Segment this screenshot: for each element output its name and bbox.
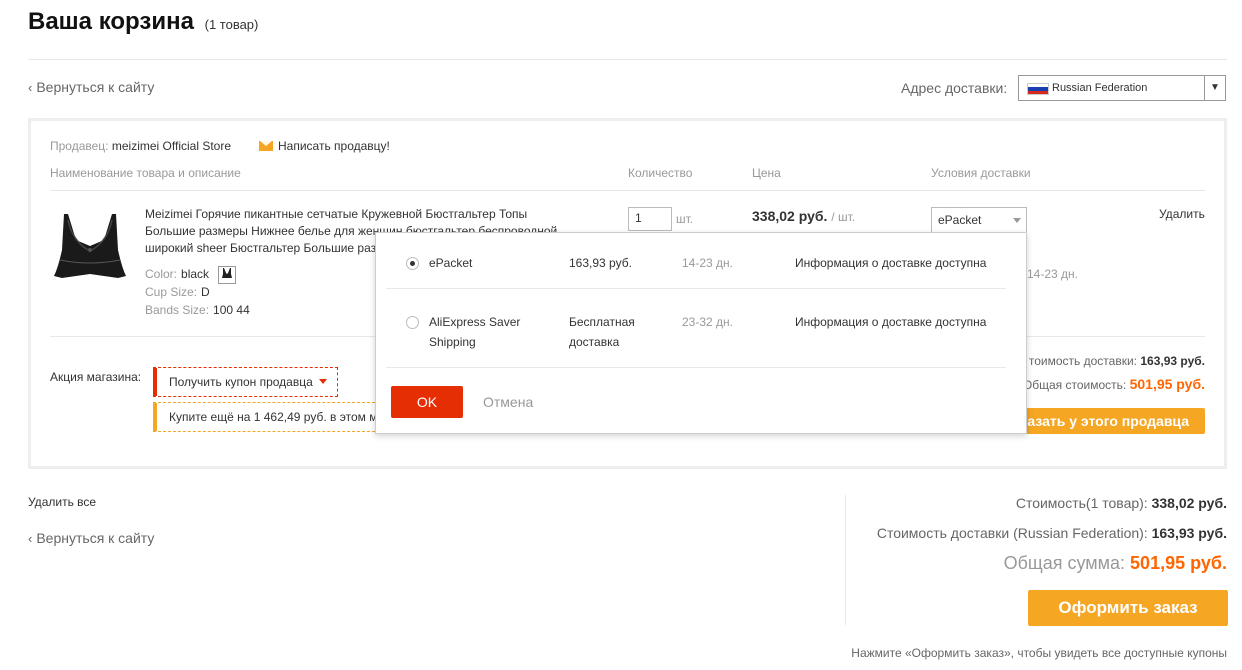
shipping-total-line: Стоимость доставки (Russian Federation):… (877, 525, 1227, 541)
back-to-site-label: Вернуться к сайту (36, 79, 155, 95)
qty-unit: шт. (676, 212, 694, 226)
order-from-seller-button[interactable]: азать у этого продавца (1016, 408, 1205, 434)
unit-price-value: 338,02 руб. (752, 208, 828, 224)
radio-selected-icon[interactable] (406, 257, 419, 270)
seller-label: Продавец: (50, 139, 109, 153)
chevron-down-icon[interactable]: ▼ (1204, 76, 1225, 100)
option-name: ePacket (429, 256, 473, 270)
seller-info: Продавец: meizimei Official Store (50, 139, 231, 153)
unit-price: 338,02 руб. / шт. (752, 208, 855, 224)
shipping-options-popup: ePacket 163,93 руб. 14-23 дн. Информация… (375, 232, 1027, 434)
store-total-value: 501,95 руб. (1129, 376, 1205, 392)
delivery-days: 14-23 дн. (1027, 267, 1078, 281)
store-total-label: Общая стоимость: (1022, 378, 1127, 392)
address-label: Адрес доставки: (901, 80, 1008, 96)
cancel-button[interactable]: Отмена (483, 394, 533, 410)
color-swatch-icon (218, 266, 237, 284)
shipping-total-value: 163,93 руб. (1151, 525, 1227, 541)
attr-band-size: Bands Size: 100 44 (145, 303, 250, 317)
attr-cup-size: Cup Size: D (145, 285, 210, 299)
subtotal-label: Стоимость(1 товар): (1015, 495, 1148, 511)
col-header-name: Наименование товара и описание (50, 166, 241, 180)
unit-price-per: / шт. (831, 210, 856, 224)
store-shipping-value: 163,93 руб. (1140, 354, 1205, 368)
back-to-site-link-bottom[interactable]: ‹ Вернуться к сайту (28, 530, 154, 546)
option-days: 14-23 дн. (682, 256, 733, 270)
grand-total-label: Общая сумма: (1003, 553, 1126, 573)
checkout-button[interactable]: Оформить заказ (1028, 590, 1228, 626)
buy-more-notice: Купите ещё на 1 462,49 руб. в этом м (153, 402, 375, 432)
page-title-text: Ваша корзина (28, 8, 194, 35)
store-promo-label: Акция магазина: (50, 370, 142, 384)
subtotal-line: Стоимость(1 товар): 338,02 руб. (1016, 495, 1227, 511)
get-seller-coupon-button[interactable]: Получить купон продавца (153, 367, 338, 397)
contact-seller-link[interactable]: Написать продавцу! (259, 139, 390, 153)
back-to-site-link-top[interactable]: ‹ Вернуться к сайту (28, 79, 154, 95)
coupon-note: Нажмите «Оформить заказ», чтобы увидеть … (851, 646, 1227, 660)
radio-unselected-icon[interactable] (406, 316, 419, 329)
quantity-input[interactable]: 1 (628, 207, 672, 231)
seller-name[interactable]: meizimei Official Store (112, 139, 231, 153)
russia-flag-icon (1027, 83, 1049, 95)
attr-cup-label: Cup Size: (145, 285, 198, 299)
envelope-icon (259, 141, 273, 151)
option-cost: Бесплатная доставка (569, 315, 635, 349)
attr-cup-value: D (201, 285, 210, 299)
col-header-shipping: Условия доставки (931, 166, 1031, 180)
shipping-total-label: Стоимость доставки (Russian Federation): (876, 525, 1148, 541)
option-info: Информация о доставке доступна (795, 315, 987, 329)
attr-band-value: 100 44 (213, 303, 250, 317)
store-shipping-cost: тоимость доставки: 163,93 руб. (1029, 354, 1205, 368)
chevron-left-icon: ‹ (28, 80, 33, 95)
shipping-method-select[interactable]: ePacket (931, 207, 1027, 233)
divider (386, 367, 1006, 368)
product-image[interactable] (52, 210, 128, 282)
col-header-price: Цена (752, 166, 781, 180)
page-title: Ваша корзина (1 товар) (28, 8, 258, 36)
divider (28, 59, 1227, 60)
option-cost: 163,93 руб. (569, 256, 632, 270)
contact-seller-label: Написать продавцу! (278, 139, 390, 153)
divider (50, 190, 1205, 191)
grand-total-line: Общая сумма: 501,95 руб. (1004, 553, 1227, 574)
delete-all-link[interactable]: Удалить все (28, 495, 96, 509)
delete-item-link[interactable]: Удалить (1159, 207, 1205, 221)
option-days: 23-32 дн. (682, 315, 733, 329)
coupon-label: Получить купон продавца (169, 375, 313, 389)
caret-down-icon (318, 379, 327, 384)
shipping-method-value: ePacket (938, 213, 982, 227)
ok-button[interactable]: OK (391, 386, 463, 418)
cart-item-count: (1 товар) (204, 17, 259, 32)
chevron-left-icon: ‹ (28, 531, 33, 546)
attr-color: Color: black (145, 266, 237, 284)
col-header-qty: Количество (628, 166, 693, 180)
chevron-down-icon (1013, 218, 1021, 223)
attr-color-label: Color: (145, 267, 178, 282)
subtotal-value: 338,02 руб. (1151, 495, 1227, 511)
country-value: Russian Federation (1052, 82, 1148, 94)
option-name: AliExpress Saver Shipping (429, 315, 521, 349)
back-to-site-label: Вернуться к сайту (36, 530, 155, 546)
divider (845, 495, 846, 625)
store-shipping-label: тоимость доставки: (1028, 354, 1138, 368)
country-select[interactable]: Russian Federation ▼ (1018, 75, 1226, 101)
store-total-cost: Общая стоимость: 501,95 руб. (1023, 376, 1205, 392)
divider (386, 288, 1006, 289)
grand-total-value: 501,95 руб. (1130, 553, 1227, 573)
attr-band-label: Bands Size: (145, 303, 210, 317)
attr-color-value: black (181, 267, 210, 282)
option-info: Информация о доставке доступна (795, 256, 987, 270)
